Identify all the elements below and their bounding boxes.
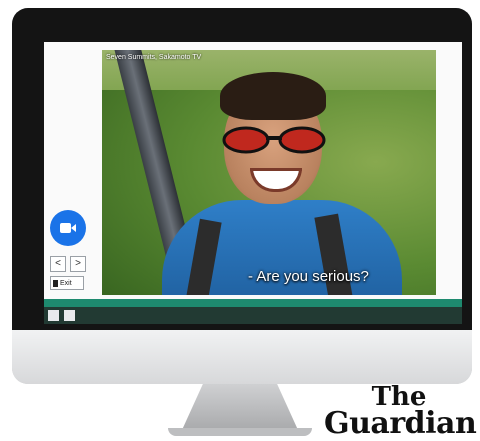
- monitor: Seven Summits, Sakamoto TV - Are you ser…: [12, 8, 472, 384]
- exit-icon: [53, 279, 58, 287]
- screen-share-icon[interactable]: [64, 310, 75, 321]
- next-button[interactable]: >: [70, 256, 86, 272]
- monitor-base: [168, 428, 312, 436]
- monitor-chin: [12, 330, 472, 384]
- taskbar: [44, 299, 462, 324]
- video-camera-button[interactable]: [50, 210, 86, 246]
- screen: Seven Summits, Sakamoto TV - Are you ser…: [44, 42, 462, 324]
- logo-line-2: Guardian: [324, 405, 477, 441]
- menu-icon[interactable]: [48, 310, 59, 321]
- video-camera-icon: [60, 223, 76, 233]
- exit-label: Exit: [60, 279, 72, 287]
- sunglasses-icon: [222, 126, 326, 154]
- video-frame[interactable]: Seven Summits, Sakamoto TV - Are you ser…: [102, 50, 436, 295]
- monitor-stand: [182, 384, 298, 430]
- exit-button[interactable]: Exit: [50, 276, 84, 290]
- person-hair: [220, 72, 326, 120]
- video-subtitle: - Are you serious?: [248, 268, 369, 285]
- guardian-logo: The Guardian: [324, 384, 477, 441]
- video-credit: Seven Summits, Sakamoto TV: [106, 54, 202, 61]
- taskbar-strip: [44, 307, 462, 324]
- previous-button[interactable]: <: [50, 256, 66, 272]
